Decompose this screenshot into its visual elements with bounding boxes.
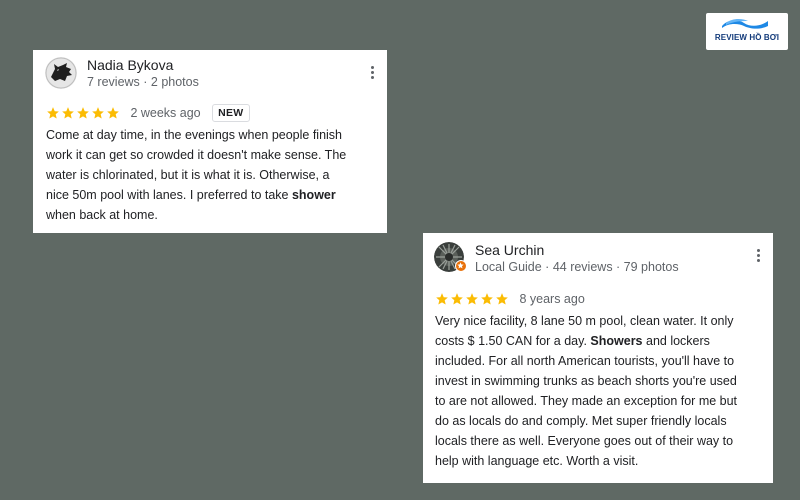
review-text: Very nice facility, 8 lane 50 m pool, cl… [435, 311, 767, 471]
review-time: 2 weeks ago [130, 106, 201, 120]
star-icon [496, 292, 508, 305]
review-text-line: do as locals do and comply. Met super fr… [435, 414, 727, 428]
star-icon [107, 106, 119, 119]
reviewer-meta: Local Guide · 44 reviews · 79 photos [475, 260, 679, 274]
review-text-line: to are not allowed. They made an excepti… [435, 394, 738, 408]
rating-row: 8 years ago [435, 290, 585, 306]
review-text-line: work it can get so crowded it doesn't ma… [46, 148, 347, 162]
rating-row: 2 weeks ago NEW [46, 104, 250, 122]
review-card: Nadia Bykova 7 reviews · 2 photos 2 week… [33, 50, 387, 233]
more-options-icon[interactable] [755, 249, 761, 265]
review-text-line: water is chlorinated, but it is what it … [46, 168, 330, 182]
review-text-line: nice 50m pool with lanes. I preferred to… [46, 188, 336, 202]
review-text: Come at day time, in the evenings when p… [46, 125, 381, 225]
new-badge: NEW [212, 104, 250, 122]
star-icon [451, 292, 463, 305]
star-icon [481, 292, 493, 305]
star-icon [92, 106, 104, 119]
review-text-line: Come at day time, in the evenings when p… [46, 128, 343, 142]
review-time: 8 years ago [519, 292, 585, 306]
brand-logo: REVIEW HỒ BƠI [706, 13, 788, 50]
star-icon [62, 106, 74, 119]
star-icon [436, 292, 448, 305]
review-text-line: help with language etc. Worth a visit. [435, 454, 639, 468]
local-guide-badge-icon [455, 260, 467, 272]
review-text-line: invest in swimming trunks as beach short… [435, 374, 737, 388]
more-options-icon[interactable] [369, 66, 375, 82]
review-text-line: locals there as well. Everyone goes out … [435, 434, 734, 448]
review-text-line: included. For all north American tourist… [435, 354, 735, 368]
pool-wave-icon [722, 18, 768, 29]
brand-logo-text: REVIEW HỒ BƠI [714, 33, 780, 42]
review-text-line: Very nice facility, 8 lane 50 m pool, cl… [435, 314, 734, 328]
star-icon [466, 292, 478, 305]
highlighted-keyword: Showers [590, 334, 643, 348]
star-icon [77, 106, 89, 119]
highlighted-keyword: shower [291, 188, 336, 202]
reviewer-name[interactable]: Nadia Bykova [87, 57, 173, 73]
star-rating [435, 290, 510, 308]
wolf-avatar-icon[interactable] [45, 57, 77, 89]
reviewer-name[interactable]: Sea Urchin [475, 242, 544, 258]
reviewer-meta: 7 reviews · 2 photos [87, 75, 199, 89]
star-rating [46, 104, 121, 122]
review-text-line: costs $ 1.50 CAN for a day. Showers and … [435, 334, 710, 348]
review-card: Sea Urchin Local Guide · 44 reviews · 79… [423, 233, 773, 483]
star-icon [47, 106, 59, 119]
review-text-line: when back at home. [46, 208, 158, 222]
